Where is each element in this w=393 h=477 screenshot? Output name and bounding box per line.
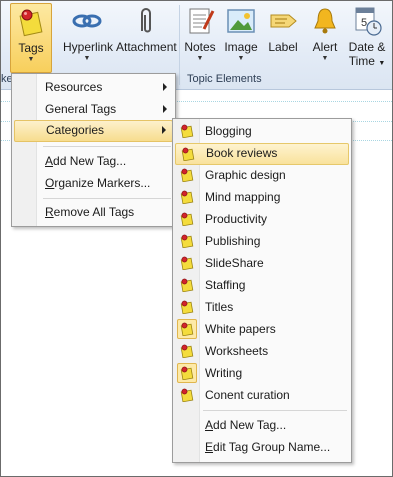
image-icon (227, 9, 255, 33)
submenu-item-edit-tag-group-name[interactable]: Edit Tag Group Name... (175, 437, 349, 457)
image-button[interactable]: Image ▼ (223, 5, 259, 71)
submenu-item-add-new-tag[interactable]: Add New Tag... (175, 415, 349, 435)
tags-button[interactable]: Tags ▼ (10, 3, 52, 73)
tag-category-item[interactable]: Publishing (175, 231, 349, 251)
tag-pin-icon (180, 256, 194, 271)
submenu-arrow-icon (162, 126, 166, 134)
tag-category-item[interactable]: Graphic design (175, 165, 349, 185)
label-button[interactable]: Label (265, 5, 301, 71)
tag-category-item[interactable]: Worksheets (175, 341, 349, 361)
submenu-arrow-icon (163, 83, 167, 91)
label-label: Label (268, 40, 298, 54)
image-label: Image (224, 40, 258, 54)
menu-item-add-new-tag[interactable]: Add New Tag... (14, 151, 173, 171)
menu-item-label: General Tags (45, 102, 117, 116)
menu-item-label: Edit Tag Group Name... (205, 440, 331, 454)
tag-pin-icon (180, 278, 194, 293)
date-time-label: Date & (348, 40, 386, 54)
menu-item-label: Add New Tag... (45, 154, 127, 168)
hyperlink-icon (72, 14, 102, 28)
menu-item-resources[interactable]: Resources (14, 77, 173, 97)
tag-pin-icon (180, 190, 194, 205)
tag-category-label: Productivity (205, 212, 268, 226)
notes-label: Notes (184, 40, 216, 54)
tag-pin-icon (180, 168, 194, 183)
chevron-down-icon: ▼ (321, 55, 329, 62)
alert-button[interactable]: Alert ▼ (309, 5, 341, 71)
tag-category-label: Titles (205, 300, 234, 314)
submenu-arrow-icon (163, 105, 167, 113)
label-icon (270, 14, 297, 28)
menu-item-label: Categories (46, 123, 105, 137)
attachment-label: Attachment (116, 40, 177, 54)
tag-pin-icon (180, 124, 194, 139)
menu-item-label: Resources (45, 80, 103, 94)
tag-category-item[interactable]: Titles (175, 297, 349, 317)
tag-pin-icon (180, 388, 194, 403)
bell-icon (314, 8, 336, 34)
group-label-left: ke (1, 73, 11, 85)
tag-pin-icon (177, 363, 197, 383)
tags-menu: Resources General Tags Categories Add Ne… (11, 73, 176, 227)
tag-pin-icon (180, 234, 194, 249)
group-label-topic-elements: Topic Elements (187, 73, 262, 85)
tag-category-label: Staffing (205, 278, 246, 292)
menu-separator (203, 410, 347, 411)
tag-category-label: Book reviews (206, 146, 278, 160)
categories-submenu: Blogging Book reviews Graphic design Mind m… (172, 118, 352, 463)
menu-separator (43, 146, 171, 147)
tag-category-item[interactable]: White papers (175, 319, 349, 339)
menu-item-label: Remove All Tags (45, 205, 135, 219)
chevron-down-icon: ▼ (378, 60, 386, 67)
tags-button-label: Tags (18, 41, 44, 55)
tag-category-label: Publishing (205, 234, 261, 248)
tag-category-label: Conent curation (205, 388, 290, 402)
app-window: ke Tags ▼ Hyperlink ▼ Attachment (0, 0, 393, 477)
tag-category-item[interactable]: Book reviews (175, 143, 349, 165)
tag-category-label: Graphic design (205, 168, 286, 182)
menu-item-general-tags[interactable]: General Tags (14, 99, 173, 119)
tag-category-item[interactable]: Writing (175, 363, 349, 383)
chevron-down-icon: ▼ (83, 55, 91, 62)
chevron-down-icon: ▼ (196, 55, 204, 62)
tag-pin-icon (19, 9, 43, 37)
tag-category-label: Mind mapping (205, 190, 281, 204)
tag-category-label: Worksheets (205, 344, 269, 358)
date-time-label-2: Time (348, 54, 375, 68)
menu-item-remove-all-tags[interactable]: Remove All Tags (14, 202, 173, 222)
tag-pin-icon (181, 147, 195, 162)
menu-item-categories[interactable]: Categories (14, 120, 173, 142)
attachment-button[interactable]: Attachment (116, 5, 177, 71)
menu-item-label: Organize Markers... (45, 176, 151, 190)
date-time-button[interactable]: 5 Date & Time ▼ (345, 5, 389, 71)
paperclip-icon (141, 8, 151, 33)
tag-category-item[interactable]: Mind mapping (175, 187, 349, 207)
tag-pin-icon (180, 212, 194, 227)
hyperlink-button[interactable]: Hyperlink ▼ (63, 5, 114, 71)
tag-category-item[interactable]: Staffing (175, 275, 349, 295)
chevron-down-icon: ▼ (27, 56, 35, 63)
alert-label: Alert (312, 40, 338, 54)
tag-category-item[interactable]: Conent curation (175, 385, 349, 405)
tag-pin-icon (180, 344, 194, 359)
menu-item-label: Add New Tag... (205, 418, 287, 432)
notes-icon (189, 8, 215, 34)
svg-text:5: 5 (361, 17, 367, 29)
tag-category-item[interactable]: Blogging (175, 121, 349, 141)
tag-category-label: White papers (205, 322, 276, 336)
notes-button[interactable]: Notes ▼ (182, 5, 218, 71)
calendar-icon: 5 (355, 7, 382, 36)
tag-category-item[interactable]: Productivity (175, 209, 349, 229)
tag-category-label: Writing (205, 366, 243, 380)
tag-category-label: Blogging (205, 124, 252, 138)
tag-category-label: SlideShare (205, 256, 264, 270)
tag-pin-icon (180, 300, 194, 315)
ribbon-separator (179, 5, 180, 85)
menu-separator (43, 198, 171, 199)
tag-pin-icon (177, 319, 197, 339)
menu-item-organize-markers[interactable]: Organize Markers... (14, 173, 173, 193)
hyperlink-label: Hyperlink (63, 40, 114, 54)
tag-category-item[interactable]: SlideShare (175, 253, 349, 273)
chevron-down-icon: ▼ (237, 55, 245, 62)
